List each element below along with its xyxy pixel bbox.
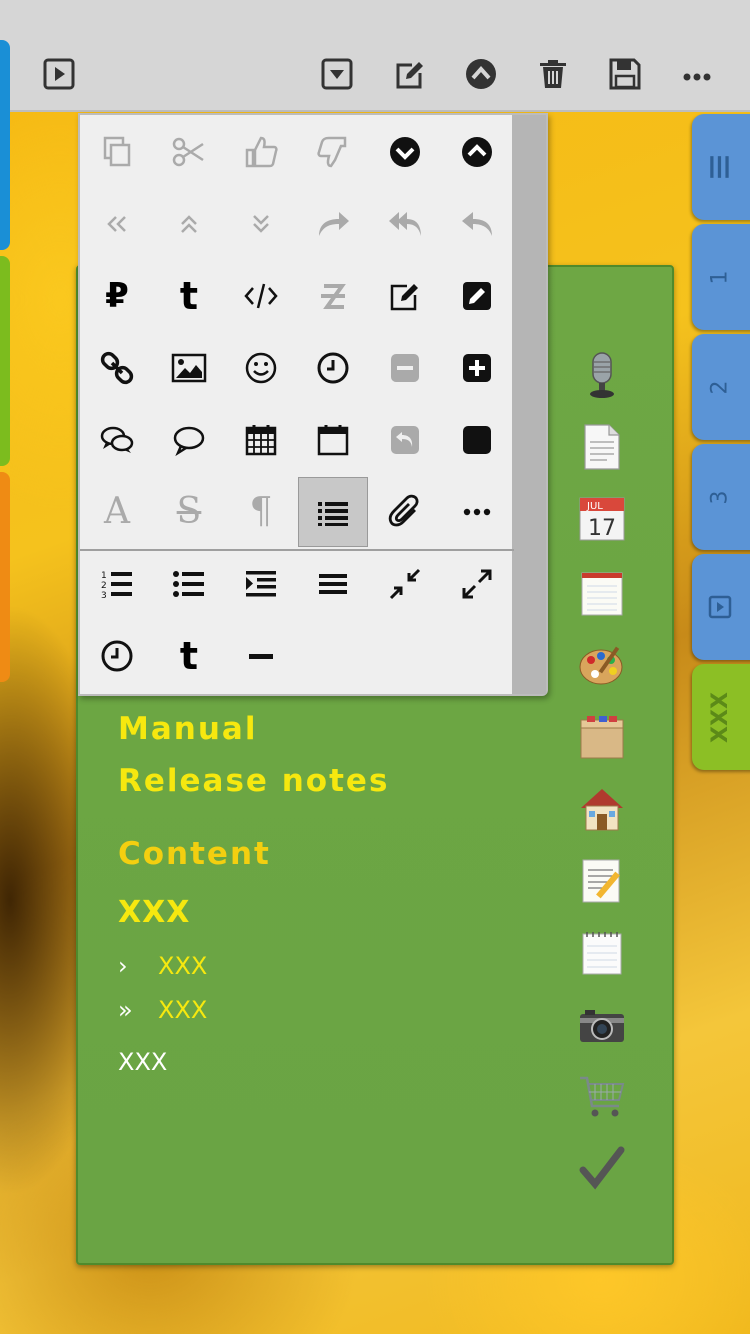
indent-icon[interactable]: [226, 549, 296, 619]
tab-3-label: 3: [707, 490, 733, 504]
tab-1[interactable]: 1: [692, 224, 750, 330]
edit-square-icon[interactable]: [370, 261, 440, 331]
code-icon[interactable]: [226, 261, 296, 331]
left-tab-orange[interactable]: [0, 472, 10, 682]
paragraph-icon[interactable]: ¶: [226, 477, 296, 547]
paperclip-icon[interactable]: [370, 477, 440, 547]
comment-icon[interactable]: [154, 405, 224, 475]
copy-icon[interactable]: [82, 117, 152, 187]
minus-square-icon[interactable]: [370, 333, 440, 403]
font-icon[interactable]: A: [82, 477, 152, 547]
arrow-down-circle-icon[interactable]: [370, 117, 440, 187]
top-toolbar: [0, 0, 750, 112]
house-icon[interactable]: [575, 782, 629, 836]
calendar-icon[interactable]: JUL 17: [575, 492, 629, 546]
black-square-icon[interactable]: [442, 405, 512, 475]
menu-subitem-3[interactable]: XXX: [118, 1048, 167, 1076]
svg-text:1: 1: [101, 571, 107, 581]
notebook-icon[interactable]: [575, 926, 629, 980]
chevron-up-circle-icon[interactable]: [459, 52, 503, 96]
edit-icon[interactable]: [387, 52, 431, 96]
compress-icon[interactable]: [370, 549, 440, 619]
left-tab-green[interactable]: [0, 256, 10, 466]
popup-scrollbar[interactable]: [512, 115, 546, 694]
left-tab-blue[interactable]: [0, 40, 10, 250]
tumblr-icon[interactable]: t: [154, 261, 224, 331]
tab-2[interactable]: 2: [692, 334, 750, 440]
notepad-icon[interactable]: [575, 566, 629, 620]
document-icon[interactable]: [575, 420, 629, 474]
strike-icon[interactable]: [298, 261, 368, 331]
double-left-icon[interactable]: [82, 189, 152, 259]
save-icon[interactable]: [603, 52, 647, 96]
tab-xxx-label: XXX: [707, 691, 733, 743]
comments-icon[interactable]: [82, 405, 152, 475]
calendar-month-label: JUL: [586, 501, 603, 512]
note-pencil-icon[interactable]: [575, 854, 629, 908]
menu-icon: [710, 156, 729, 178]
double-down-icon[interactable]: [226, 189, 296, 259]
tab-menu[interactable]: [692, 114, 750, 220]
trash-icon[interactable]: [531, 52, 575, 96]
calendar-empty-icon[interactable]: [298, 405, 368, 475]
pencil-square-icon[interactable]: [442, 261, 512, 331]
align-justify-icon[interactable]: [298, 549, 368, 619]
menu-heading[interactable]: XXX: [118, 895, 190, 930]
palette-icon[interactable]: [575, 638, 629, 692]
clock-icon[interactable]: [298, 333, 368, 403]
bullet-list-icon[interactable]: [154, 549, 224, 619]
double-up-icon[interactable]: [154, 189, 224, 259]
camera-icon[interactable]: [575, 998, 629, 1052]
svg-text:3: 3: [101, 591, 107, 601]
redo-icon[interactable]: [298, 189, 368, 259]
more-icon[interactable]: [675, 52, 719, 96]
clock-icon[interactable]: [82, 621, 152, 691]
box-icon[interactable]: [575, 710, 629, 764]
undo-square-icon[interactable]: [370, 405, 440, 475]
reply-all-icon[interactable]: [370, 189, 440, 259]
double-chevron-right-icon: »: [118, 996, 133, 1024]
play-box-icon: [708, 595, 732, 619]
icon-picker-popup: ₽ t A S ¶ 123 t: [78, 113, 548, 696]
menu-subitem-1[interactable]: XXX: [158, 952, 207, 980]
horizontal-rule-icon[interactable]: [226, 621, 296, 691]
ellipsis-icon[interactable]: [442, 477, 512, 547]
thumb-down-icon[interactable]: [298, 117, 368, 187]
menu-release-notes-link[interactable]: Release notes: [118, 763, 389, 799]
play-box-icon[interactable]: [37, 52, 81, 96]
tumblr-icon[interactable]: t: [154, 621, 224, 691]
ruble-icon[interactable]: ₽: [82, 261, 152, 331]
menu-content-link[interactable]: Content: [118, 836, 271, 872]
chevron-right-icon: ›: [118, 952, 128, 980]
tab-xxx[interactable]: XXX: [692, 664, 750, 770]
thumb-up-icon[interactable]: [226, 117, 296, 187]
scissors-icon[interactable]: [154, 117, 224, 187]
svg-text:2: 2: [101, 581, 107, 591]
tab-1-label: 1: [707, 270, 733, 284]
checkmark-icon[interactable]: [575, 1142, 629, 1196]
cart-icon[interactable]: [575, 1070, 629, 1124]
tab-2-label: 2: [707, 380, 733, 394]
calendar-day-label: 17: [588, 516, 616, 541]
strikethrough-icon[interactable]: S: [154, 477, 224, 547]
list-icon[interactable]: [298, 477, 368, 547]
ordered-list-icon[interactable]: 123: [82, 549, 152, 619]
smile-icon[interactable]: [226, 333, 296, 403]
expand-icon[interactable]: [442, 549, 512, 619]
arrow-up-circle-icon[interactable]: [442, 117, 512, 187]
link-icon[interactable]: [82, 333, 152, 403]
calendar-grid-icon[interactable]: [226, 405, 296, 475]
menu-subitem-2[interactable]: XXX: [158, 996, 207, 1024]
image-icon[interactable]: [154, 333, 224, 403]
dropdown-icon[interactable]: [315, 52, 359, 96]
tab-play[interactable]: [692, 554, 750, 660]
menu-manual-link[interactable]: Manual: [118, 711, 257, 747]
tab-3[interactable]: 3: [692, 444, 750, 550]
reply-icon[interactable]: [442, 189, 512, 259]
plus-square-icon[interactable]: [442, 333, 512, 403]
microphone-icon[interactable]: [575, 348, 629, 402]
